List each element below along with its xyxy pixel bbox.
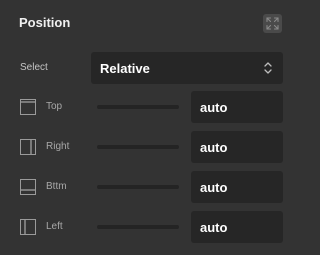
offset-label-right: Right xyxy=(46,141,70,152)
position-panel: Position Select Relative Top auto Right … xyxy=(0,0,291,255)
input-top[interactable]: auto xyxy=(191,91,283,123)
offset-label-top: Top xyxy=(46,101,63,112)
select-value: Relative xyxy=(100,61,150,76)
input-left-value: auto xyxy=(200,220,228,235)
border-top-icon xyxy=(20,99,36,115)
chevron-up-down-icon xyxy=(263,61,273,75)
input-right-value: auto xyxy=(200,140,228,155)
slider-left[interactable] xyxy=(97,225,179,229)
input-left[interactable]: auto xyxy=(191,211,283,243)
offset-label-left: Left xyxy=(46,221,63,232)
input-bottom[interactable]: auto xyxy=(191,171,283,203)
position-select[interactable]: Relative xyxy=(91,52,283,84)
input-right[interactable]: auto xyxy=(191,131,283,163)
input-top-value: auto xyxy=(200,100,228,115)
expand-button[interactable] xyxy=(263,14,282,33)
border-right-icon xyxy=(20,139,36,155)
border-left-icon xyxy=(20,219,36,235)
slider-bottom[interactable] xyxy=(97,185,179,189)
input-bottom-value: auto xyxy=(200,180,228,195)
select-label: Select xyxy=(20,62,48,73)
expand-arrows-icon xyxy=(266,17,279,30)
offset-label-bottom: Bttm xyxy=(46,181,67,192)
panel-title: Position xyxy=(19,15,71,30)
border-bottom-icon xyxy=(20,179,36,195)
slider-top[interactable] xyxy=(97,105,179,109)
slider-right[interactable] xyxy=(97,145,179,149)
